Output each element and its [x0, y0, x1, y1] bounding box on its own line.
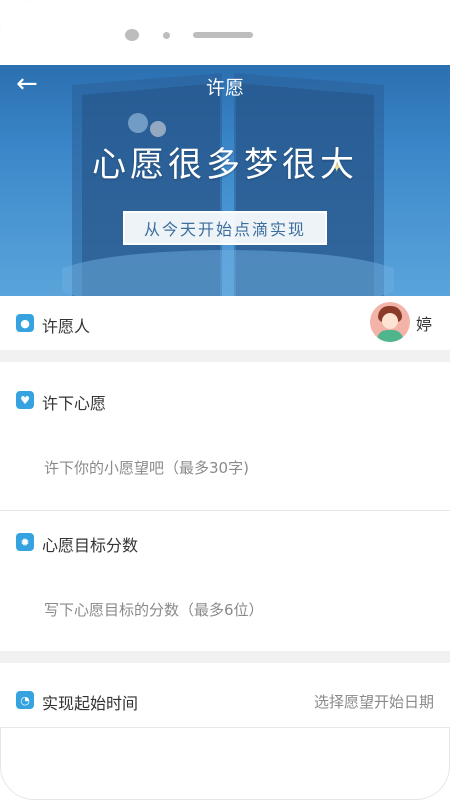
start-time-label: 实现起始时间 [42, 694, 139, 713]
clock-icon: ◔ [16, 691, 34, 709]
phone-top-bezel [0, 0, 450, 65]
heart-icon: ♥ [16, 391, 34, 409]
score-section: ✹ 心愿目标分数 写下心愿目标的分数（最多6位） [0, 511, 450, 651]
page-title: 许愿 [205, 77, 244, 99]
lightbulb-icon: ✹ [16, 533, 34, 551]
section-gap [0, 350, 450, 362]
section-gap [0, 651, 450, 663]
sensor-dot [163, 32, 170, 39]
banner-subslogan-box: 从今天开始点滴实现 [123, 211, 327, 245]
banner-slogan: 心愿很多梦很大 [92, 145, 358, 185]
avatar[interactable] [370, 302, 410, 342]
score-input[interactable]: 写下心愿目标的分数（最多6位） [44, 599, 264, 620]
start-date-picker[interactable]: 选择愿望开始日期 [314, 691, 434, 712]
wish-label: 许下心愿 [42, 394, 107, 413]
wish-section: ♥ 许下心愿 许下你的小愿望吧（最多30字) [0, 362, 450, 510]
banner-subslogan: 从今天开始点滴实现 [143, 220, 306, 239]
wish-banner: ✦ ← 许愿 心愿很多梦很大 从今天开始点滴实现 [0, 65, 450, 296]
phone-screen: ✦ ← 许愿 心愿很多梦很大 从今天开始点滴实现 ● 许愿人 婷 ♥ 许下心愿 … [0, 0, 450, 800]
divider [0, 727, 450, 728]
wisher-row: ● 许愿人 婷 [0, 296, 450, 350]
score-label: 心愿目标分数 [42, 536, 139, 555]
wisher-icon: ● [16, 314, 34, 332]
earpiece-speaker [193, 32, 253, 38]
wisher-name: 婷 [416, 315, 433, 334]
wisher-label: 许愿人 [42, 317, 91, 336]
camera-dot [125, 29, 139, 41]
start-time-row[interactable]: ◔ 实现起始时间 选择愿望开始日期 [0, 663, 450, 727]
wish-input[interactable]: 许下你的小愿望吧（最多30字) [44, 457, 249, 478]
